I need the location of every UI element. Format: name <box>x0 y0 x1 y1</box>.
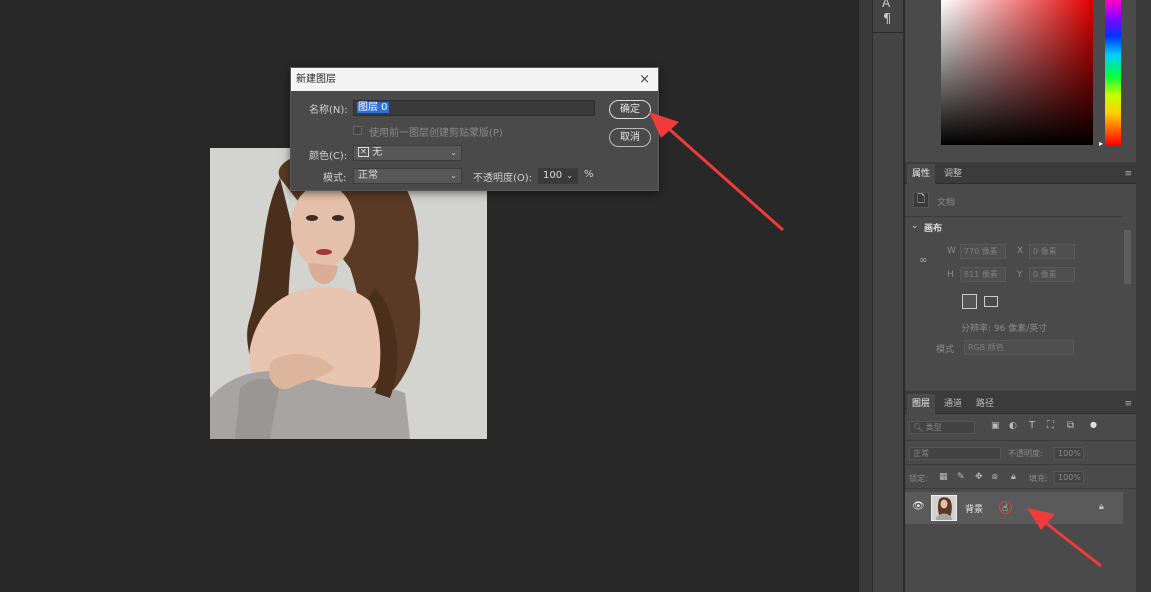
properties-tabbar: 属性 调整 ≡ <box>905 164 1136 184</box>
color-select[interactable]: ✕ 无 ⌄ <box>353 145 462 161</box>
width-field[interactable]: 770 像素 <box>960 244 1006 259</box>
color-label: 颜色(C): <box>309 151 348 162</box>
close-icon[interactable]: × <box>639 68 650 91</box>
filter-select[interactable]: 🔍︎ 类型 <box>909 421 975 434</box>
dialog-title: 新建图层 <box>296 74 336 85</box>
canvas-section-label: 画布 <box>924 224 943 234</box>
opacity-input[interactable]: 100 ⌄ <box>538 168 578 184</box>
opacity-unit: % <box>584 169 594 180</box>
blend-mode-select[interactable]: 正常 <box>909 447 1001 460</box>
tab-channels[interactable]: 通道 <box>939 394 967 414</box>
tab-layers[interactable]: 图层 <box>907 394 936 414</box>
character-icon[interactable]: A <box>882 0 890 10</box>
resolution-text: 分辨率: 96 像素/英寸 <box>961 324 1048 334</box>
chevron-down-icon: ⌄ <box>450 171 457 180</box>
divider <box>905 216 1123 217</box>
layer-name: 背景 <box>965 505 984 515</box>
annotation-arrow-icon <box>1027 508 1102 568</box>
document-label: 文档 <box>937 198 956 208</box>
color-value: 无 <box>372 147 383 158</box>
document-icon: 🗋 <box>913 192 929 208</box>
panel-icon-bar: A ¶ <box>872 0 905 592</box>
portrait-photo <box>210 148 487 439</box>
x-field[interactable]: 0 像素 <box>1029 244 1075 259</box>
right-panels: ▸ 属性 调整 ≡ 🗋 文档 ⌄ 画布 W 770 像素 X 0 像素 ∞ H … <box>905 0 1151 592</box>
clip-mask-label: 使用前一图层创建剪贴蒙版(P) <box>369 128 503 139</box>
lock-transparency-icon[interactable]: ▦ <box>939 472 948 482</box>
width-label: W <box>947 246 956 256</box>
adjustment-filter-icon[interactable]: ◐ <box>1009 421 1017 431</box>
blend-row: 正常 不透明度: 100% <box>905 441 1136 465</box>
opacity-value: 100 <box>543 170 563 181</box>
tab-paths[interactable]: 路径 <box>971 394 999 414</box>
lock-all-icon[interactable]: 🔒︎ <box>1011 472 1016 482</box>
mode-label: 模式: <box>323 173 347 184</box>
portrait-orientation-icon[interactable] <box>962 294 977 309</box>
color-picker-panel: ▸ <box>905 0 1136 162</box>
chevron-down-icon: ⌄ <box>566 171 573 180</box>
layer-name-input[interactable]: 图层 0 <box>353 100 595 116</box>
scrollbar-thumb[interactable] <box>1124 230 1131 284</box>
landscape-orientation-icon[interactable] <box>984 296 998 307</box>
height-label: H <box>947 270 954 280</box>
thumbnail-image <box>932 496 956 520</box>
hue-slider[interactable] <box>1105 0 1121 145</box>
chevron-down-icon[interactable]: ⌄ <box>911 221 919 231</box>
layer-filter-row: 🔍︎ 类型 ▣ ◐ T ⛶ ⧉ ● <box>905 414 1136 441</box>
search-icon: 🔍︎ <box>913 423 924 432</box>
paragraph-icon[interactable]: ¶ <box>883 12 891 27</box>
opacity-label: 不透明度(O): <box>473 173 533 184</box>
vertical-divider <box>858 0 872 592</box>
y-field[interactable]: 0 像素 <box>1029 267 1075 282</box>
panel-menu-icon[interactable]: ≡ <box>1124 169 1132 179</box>
lock-pixels-icon[interactable]: ✎ <box>957 472 965 482</box>
x-label: X <box>1017 246 1024 256</box>
smart-object-filter-icon[interactable]: ⧉ <box>1067 420 1074 431</box>
filter-toggle-icon[interactable]: ● <box>1090 420 1097 429</box>
lock-artboard-icon[interactable]: ⧈ <box>992 472 998 482</box>
divider <box>873 32 905 33</box>
clip-mask-checkbox[interactable] <box>353 126 362 135</box>
mode-value: 正常 <box>358 170 378 181</box>
color-mode-select[interactable]: RGB 颜色 <box>964 340 1074 355</box>
chevron-down-icon: ⌄ <box>450 148 457 157</box>
filter-value: 类型 <box>925 423 942 432</box>
name-label: 名称(N): <box>309 105 348 116</box>
annotation-arrow-icon <box>649 112 784 232</box>
document-image[interactable] <box>210 148 487 439</box>
mode-select[interactable]: 正常 ⌄ <box>353 168 462 184</box>
panel-edge-strip <box>1136 0 1151 592</box>
lock-row: 锁定: ▦ ✎ ✥ ⧈ 🔒︎ 填充: 100% <box>905 465 1136 489</box>
eye-icon[interactable]: 👁︎ <box>912 501 925 512</box>
shape-filter-icon[interactable]: ⛶ <box>1047 420 1054 431</box>
layers-tabbar: 图层 通道 路径 ≡ <box>905 394 1136 414</box>
layer-name-value: 图层 0 <box>357 102 389 113</box>
layer-opacity-label: 不透明度: <box>1008 449 1043 458</box>
tab-adjustments[interactable]: 调整 <box>939 164 967 184</box>
hue-pointer-icon[interactable]: ▸ <box>1099 139 1103 148</box>
canvas-workspace[interactable]: 新建图层 × 名称(N): 图层 0 使用前一图层创建剪贴蒙版(P) 颜色(C)… <box>0 0 858 592</box>
fill-field[interactable]: 100% <box>1054 471 1084 484</box>
layer-thumbnail <box>931 495 957 521</box>
type-filter-icon[interactable]: T <box>1029 420 1035 431</box>
no-color-icon: ✕ <box>358 147 369 157</box>
hand-cursor-icon: ☝ <box>1002 503 1009 514</box>
mode-label: 模式 <box>936 345 955 355</box>
lock-position-icon[interactable]: ✥ <box>975 472 983 482</box>
y-label: Y <box>1017 270 1023 280</box>
image-filter-icon[interactable]: ▣ <box>991 421 1000 431</box>
height-field[interactable]: 811 像素 <box>960 267 1006 282</box>
panel-menu-icon[interactable]: ≡ <box>1124 399 1132 409</box>
properties-scrollbar[interactable] <box>1123 220 1133 366</box>
dialog-titlebar[interactable]: 新建图层 × <box>291 68 658 91</box>
fill-label: 填充: <box>1029 474 1048 483</box>
tab-properties[interactable]: 属性 <box>907 164 936 184</box>
link-icon[interactable]: ∞ <box>919 255 927 266</box>
layer-opacity-field[interactable]: 100% <box>1054 447 1084 460</box>
properties-panel: 🗋 文档 ⌄ 画布 W 770 像素 X 0 像素 ∞ H 811 像素 Y 0… <box>905 184 1136 391</box>
color-field[interactable] <box>941 0 1093 145</box>
new-layer-dialog: 新建图层 × 名称(N): 图层 0 使用前一图层创建剪贴蒙版(P) 颜色(C)… <box>290 67 659 191</box>
lock-label: 锁定: <box>909 474 928 483</box>
